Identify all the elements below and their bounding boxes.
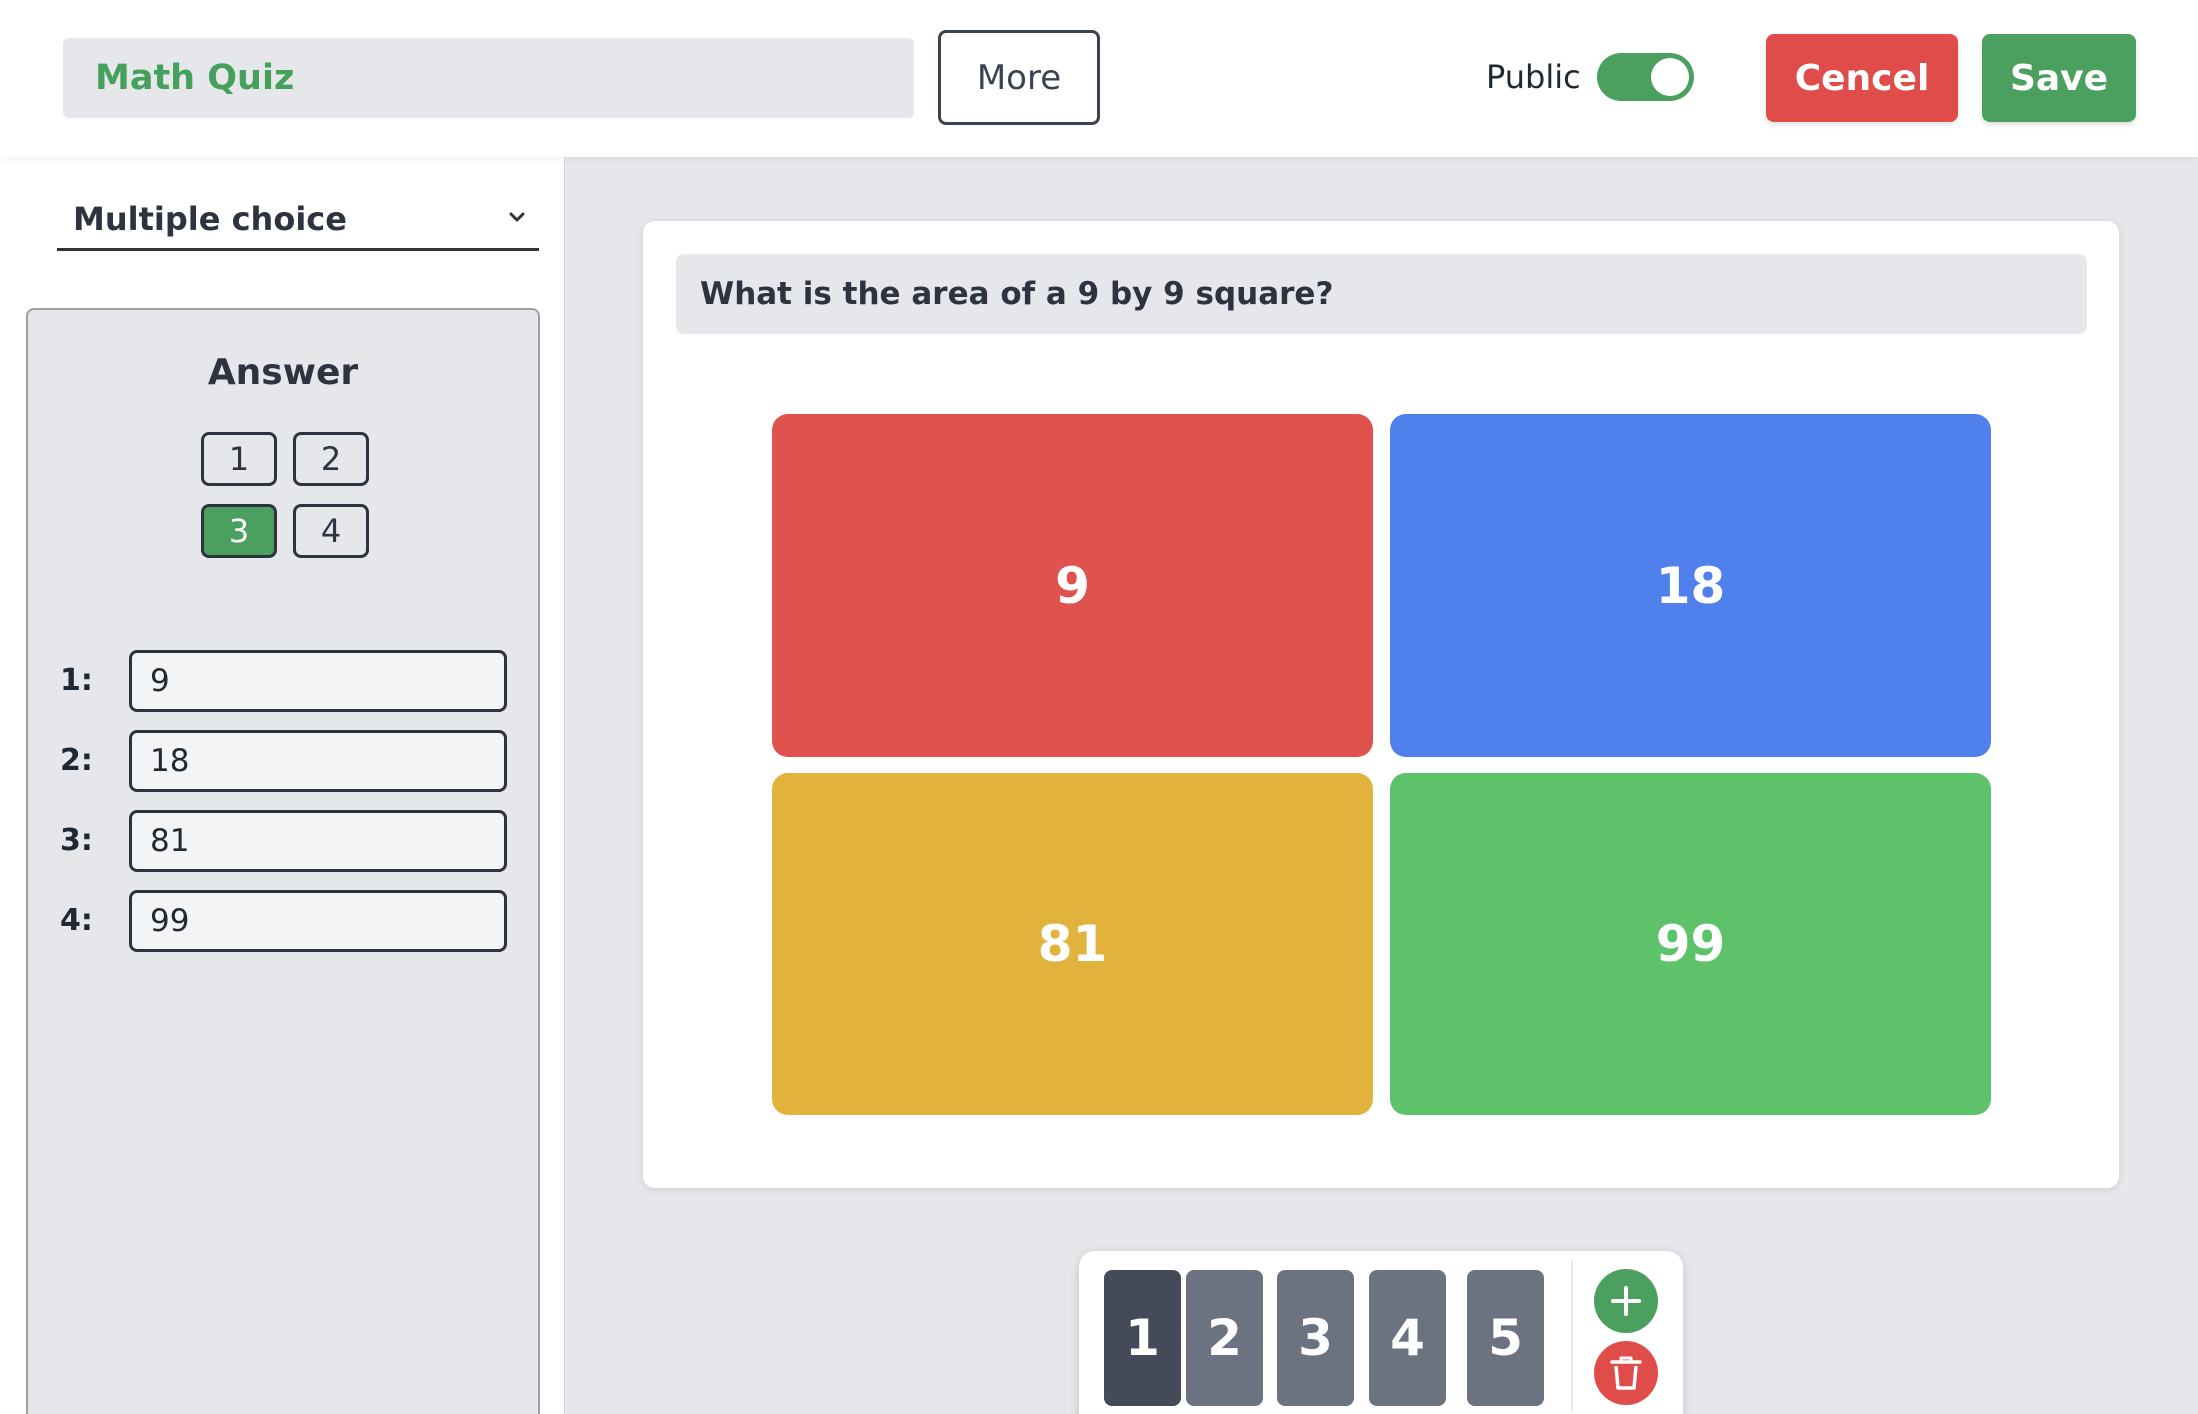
cancel-button[interactable]: Cencel — [1766, 34, 1958, 122]
answer-heading: Answer — [207, 352, 359, 393]
toggle-knob — [1651, 58, 1689, 96]
plus-icon — [1611, 1286, 1641, 1316]
question-type-label: Multiple choice — [73, 199, 347, 238]
save-button[interactable]: Save — [1982, 34, 2136, 122]
choice-text: 81 — [1037, 915, 1108, 973]
question-type-select[interactable]: Multiple choice — [57, 189, 539, 251]
option-input-2[interactable]: 18 — [129, 730, 507, 792]
slide-button-3[interactable]: 3 — [1277, 1270, 1354, 1406]
question-card: What is the area of a 9 by 9 square? 9 1… — [643, 221, 2119, 1188]
question-input[interactable]: What is the area of a 9 by 9 square? — [676, 254, 2087, 334]
quiz-title-input[interactable]: Math Quiz — [63, 38, 914, 118]
choice-text: 9 — [1055, 556, 1090, 615]
option-label: 2: — [60, 743, 93, 778]
choice-tile-4[interactable]: 99 — [1390, 773, 1991, 1115]
option-label: 1: — [60, 663, 93, 698]
choice-tile-1[interactable]: 9 — [772, 414, 1373, 757]
slide-button-5[interactable]: 5 — [1467, 1270, 1544, 1406]
slide-navigation: 1 2 3 4 5 — [1079, 1251, 1683, 1414]
public-toggle[interactable] — [1597, 53, 1694, 101]
answer-button-2[interactable]: 2 — [293, 432, 369, 486]
delete-slide-button[interactable] — [1594, 1341, 1658, 1405]
option-input-3[interactable]: 81 — [129, 810, 507, 872]
sidebar: Multiple choice Answer 1 2 3 4 1: 9 2: 1… — [0, 157, 565, 1414]
more-button[interactable]: More — [938, 30, 1100, 125]
slide-button-2[interactable]: 2 — [1186, 1270, 1263, 1406]
public-label: Public — [1486, 58, 1581, 96]
option-input-1[interactable]: 9 — [129, 650, 507, 712]
choice-tile-2[interactable]: 18 — [1390, 414, 1991, 757]
option-label: 4: — [60, 903, 93, 938]
option-label: 3: — [60, 823, 93, 858]
chevron-down-icon — [509, 212, 525, 222]
divider — [1571, 1261, 1573, 1411]
answer-button-3[interactable]: 3 — [201, 504, 277, 558]
choice-tile-3[interactable]: 81 — [772, 773, 1373, 1115]
trash-icon — [1610, 1356, 1642, 1390]
slide-button-1[interactable]: 1 — [1104, 1270, 1181, 1406]
choice-text: 99 — [1655, 915, 1726, 973]
add-slide-button[interactable] — [1594, 1269, 1658, 1333]
top-bar: Math Quiz More Public Cencel Save — [0, 0, 2198, 157]
option-input-4[interactable]: 99 — [129, 890, 507, 952]
answer-button-1[interactable]: 1 — [201, 432, 277, 486]
slide-button-4[interactable]: 4 — [1369, 1270, 1446, 1406]
answer-panel: Answer 1 2 3 4 1: 9 2: 18 3: 81 4: 99 — [26, 308, 540, 1414]
answer-button-4[interactable]: 4 — [293, 504, 369, 558]
choice-text: 18 — [1655, 556, 1726, 615]
